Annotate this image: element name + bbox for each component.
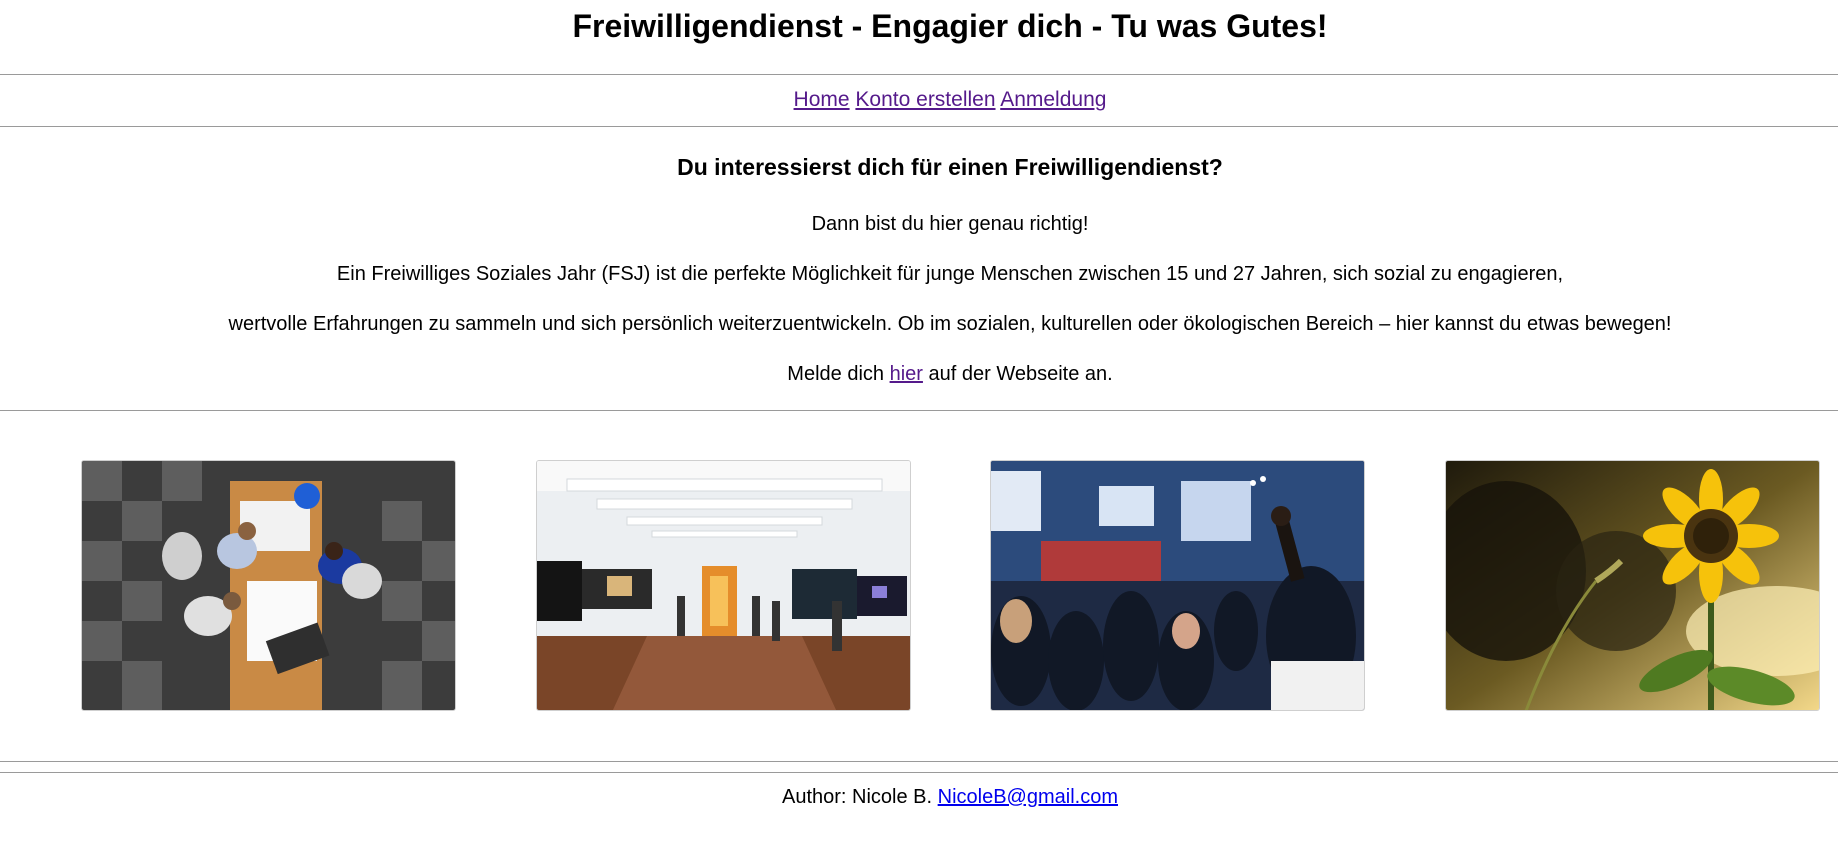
divider [0, 126, 1838, 127]
nav-link-login[interactable]: Anmeldung [1000, 88, 1106, 111]
intro-text: wertvolle Erfahrungen zu sammeln und sic… [228, 313, 1672, 335]
divider [0, 761, 1838, 762]
sunflower-photo [1445, 460, 1820, 711]
signup-text-before: Melde dich [787, 363, 885, 385]
signup-link[interactable]: hier [890, 363, 923, 385]
divider [0, 772, 1838, 773]
footer: Author: Nicole B. NicoleB@gmail.com [0, 786, 1838, 809]
main-nav: Home Konto erstellen Anmeldung [0, 88, 1838, 112]
author-label: Author: Nicole B. [782, 786, 933, 808]
intro-text: Dann bist du hier genau richtig! [811, 213, 1089, 235]
page-title: Freiwilligendienst - Engagier dich - Tu … [572, 8, 1328, 44]
team-meeting-photo [81, 460, 456, 711]
divider [0, 410, 1838, 411]
intro-heading: Du interessierst dich für einen Freiwill… [677, 154, 1223, 180]
signup-text: Melde dich hier auf der Webseite an. [0, 363, 1838, 386]
nav-link-home[interactable]: Home [794, 88, 850, 111]
conference-audience-photo [990, 460, 1365, 711]
signup-text-after: auf der Webseite an. [928, 363, 1113, 385]
art-gallery-photo [536, 460, 911, 711]
nav-link-create-account[interactable]: Konto erstellen [855, 88, 995, 111]
page: Freiwilligendienst - Engagier dich - Tu … [0, 0, 1838, 867]
intro-text: Ein Freiwilliges Soziales Jahr (FSJ) ist… [336, 263, 1564, 285]
author-email-link[interactable]: NicoleB@gmail.com [938, 786, 1118, 808]
divider [0, 74, 1838, 75]
